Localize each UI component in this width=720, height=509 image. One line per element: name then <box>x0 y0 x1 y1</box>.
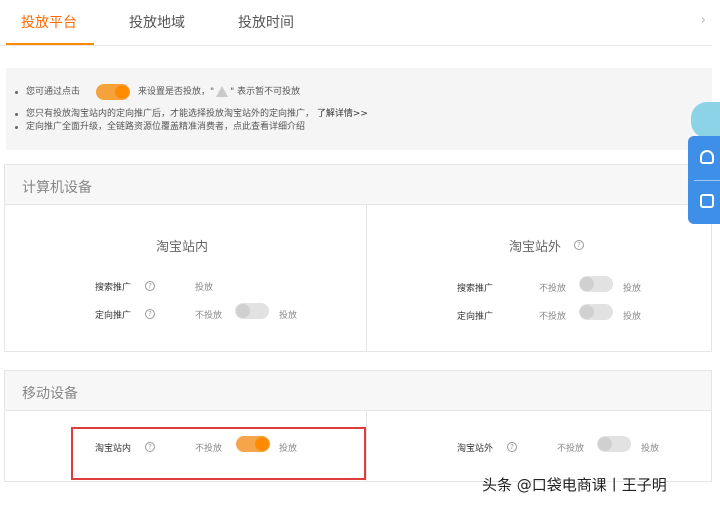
computer-outside-target-toggle[interactable] <box>579 304 613 320</box>
help-icon[interactable]: ? <box>145 281 155 291</box>
mobile-outside-on: 投放 <box>641 441 659 454</box>
computer-outside-target-off: 不投放 <box>539 309 566 322</box>
mobile-outside-label: 淘宝站外 <box>457 441 493 454</box>
highlight-box <box>71 427 366 480</box>
computer-outside-target-on: 投放 <box>623 309 641 322</box>
notice-line-1-pre: 您可通过点击 <box>26 87 80 97</box>
computer-section: 计算机设备 淘宝站内 搜索推广 ? 投放 定向推广 ? 不投放 投放 淘宝站外 … <box>4 164 712 352</box>
watermark: 头条 @口袋电商课丨王子明 <box>482 474 667 495</box>
notice-line-2-text: 您只有投放淘宝站内的定向推广后，才能选择投放淘宝站外的定向推广， <box>26 109 314 119</box>
column-divider <box>366 205 367 351</box>
float-panel <box>688 136 720 224</box>
warning-icon <box>216 86 228 97</box>
help-icon[interactable]: ? <box>507 442 517 452</box>
notice-line-2: 您只有投放淘宝站内的定向推广后，才能选择投放淘宝站外的定向推广， 了解详情>> <box>14 108 712 121</box>
computer-outside-search-label: 搜索推广 <box>457 281 493 294</box>
notice-line-1-mid: 来设置是否投放，" <box>138 87 214 97</box>
computer-inside-search-label: 搜索推广 <box>95 280 131 293</box>
computer-section-title: 计算机设备 <box>5 165 711 205</box>
feedback-icon[interactable] <box>700 194 714 208</box>
tab-time[interactable]: 投放时间 <box>238 12 294 32</box>
assistant-avatar-icon[interactable] <box>691 102 720 138</box>
toggle-example-icon <box>96 84 130 100</box>
column-divider <box>366 411 367 481</box>
notice-box: 您可通过点击 来设置是否投放，" " 表示暂不可投放 您只有投放淘宝站内的定向推广后… <box>6 68 712 150</box>
help-icon[interactable]: ? <box>574 240 584 250</box>
active-tab-indicator <box>6 43 94 45</box>
notice-line-1: 您可通过点击 来设置是否投放，" " 表示暂不可投放 <box>14 82 712 102</box>
divider <box>694 180 720 181</box>
mobile-section-title: 移动设备 <box>5 371 711 411</box>
mobile-outside-toggle[interactable] <box>597 436 631 452</box>
learn-more-link[interactable]: 了解详情>> <box>317 109 368 119</box>
tab-region[interactable]: 投放地域 <box>129 12 185 32</box>
computer-inside-target-on: 投放 <box>279 308 297 321</box>
computer-inside-target-toggle[interactable] <box>235 303 269 319</box>
chevron-right-icon[interactable]: › <box>701 13 706 28</box>
tab-bar: 投放平台 投放地域 投放时间 › <box>0 0 712 46</box>
computer-inside-target-label: 定向推广 <box>95 308 131 321</box>
computer-outside-title: 淘宝站外 <box>509 236 561 255</box>
bell-icon[interactable] <box>700 150 714 164</box>
computer-outside-target-label: 定向推广 <box>457 309 493 322</box>
computer-inside-title: 淘宝站内 <box>156 236 208 255</box>
computer-outside-search-toggle[interactable] <box>579 276 613 292</box>
computer-inside-search-status: 投放 <box>195 280 213 293</box>
notice-line-3-text: 定向推广全面升级，全链路资源位覆盖精准消费者，点此查看详细介绍 <box>26 122 305 132</box>
help-icon[interactable]: ? <box>145 309 155 319</box>
computer-outside-search-off: 不投放 <box>539 281 566 294</box>
computer-outside-search-on: 投放 <box>623 281 641 294</box>
tab-platform[interactable]: 投放平台 <box>21 12 77 32</box>
notice-line-3[interactable]: 定向推广全面升级，全链路资源位覆盖精准消费者，点此查看详细介绍 <box>14 121 712 134</box>
computer-inside-target-off: 不投放 <box>195 308 222 321</box>
notice-line-1-post: " 表示暂不可投放 <box>230 87 300 97</box>
mobile-outside-off: 不投放 <box>557 441 584 454</box>
